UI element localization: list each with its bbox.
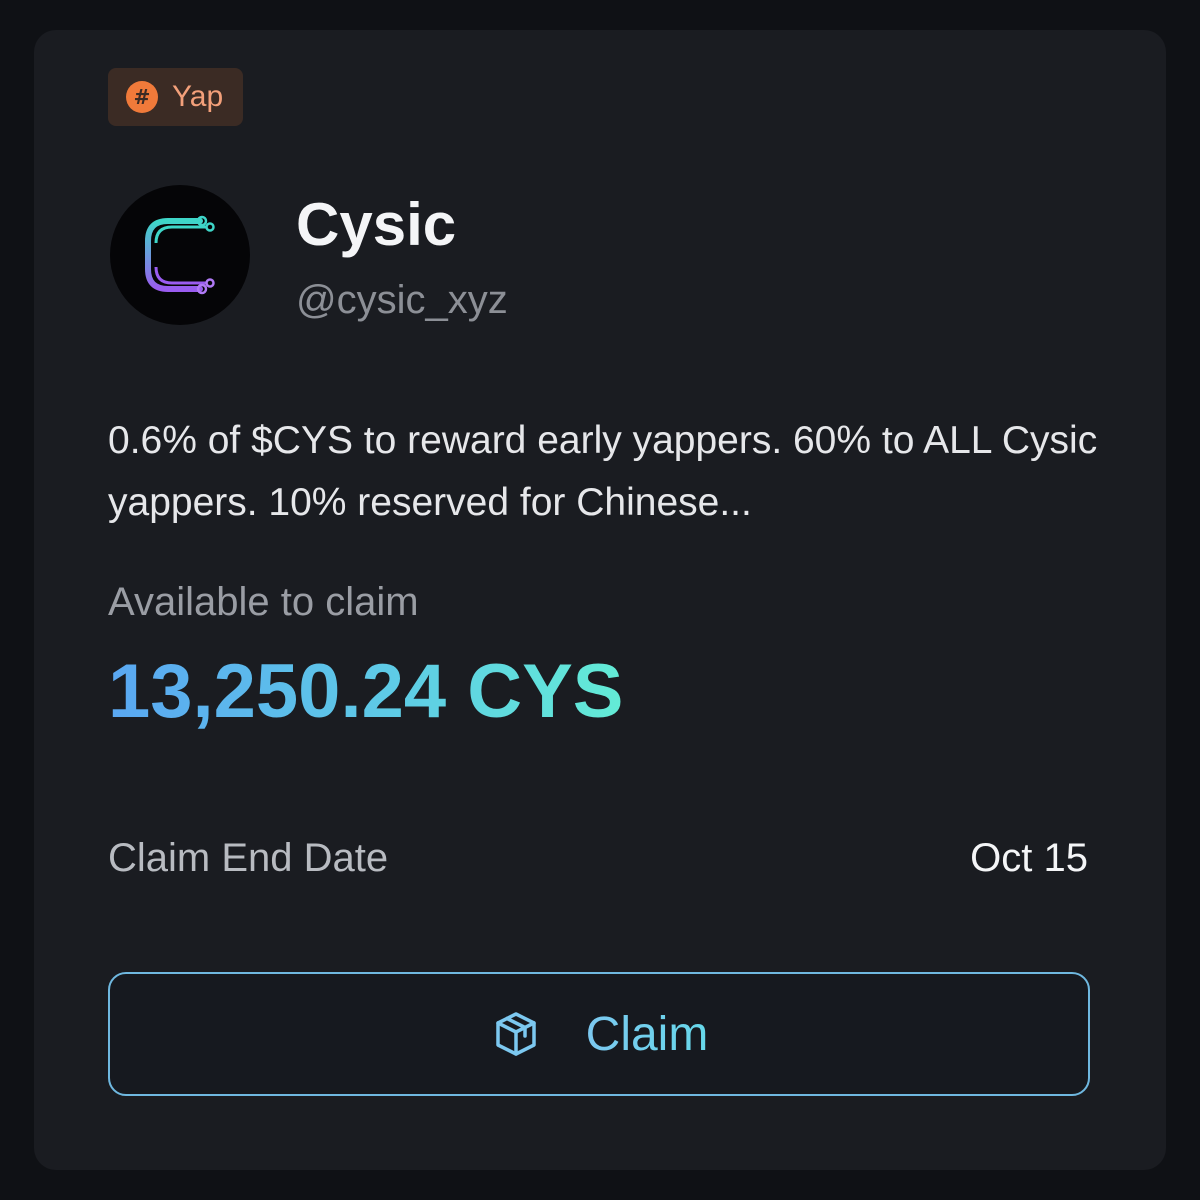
end-date-value: Oct 15 <box>970 836 1088 880</box>
package-icon <box>490 1008 542 1060</box>
campaign-description: 0.6% of $CYS to reward early yappers. 60… <box>108 419 1098 524</box>
tag-label: Yap <box>172 80 224 113</box>
project-name: Cysic <box>296 191 457 258</box>
claim-button-label: Claim <box>585 1007 709 1061</box>
cysic-logo-icon <box>145 215 215 295</box>
claim-amount: 13,250.24 CYS <box>108 649 624 734</box>
avatar <box>110 185 250 325</box>
end-date-label: Claim End Date <box>108 836 389 880</box>
hash-icon: # <box>126 81 158 113</box>
claim-button[interactable]: Claim <box>108 972 1090 1096</box>
yap-tag: # Yap <box>108 68 244 126</box>
claim-card: # Yap Cysic @cysic_xyz 0.6% of $CYS to r… <box>34 30 1166 1170</box>
available-label: Available to claim <box>108 580 419 624</box>
project-handle[interactable]: @cysic_xyz <box>296 278 508 323</box>
